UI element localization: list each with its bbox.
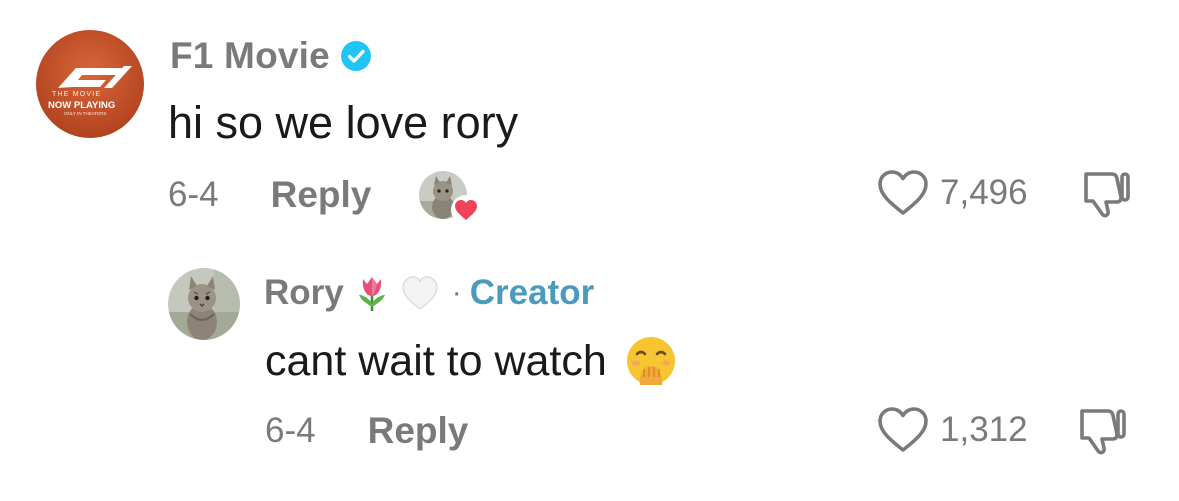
f1-movie-avatar[interactable]: THE MOVIE NOW PLAYING ONLY IN THEATERS (36, 30, 144, 138)
dislike-icon[interactable] (1074, 405, 1128, 457)
white-heart-emoji-icon (402, 276, 438, 310)
face-with-hand-over-mouth-icon (626, 337, 675, 385)
avatar-line1: THE MOVIE (52, 91, 101, 98)
reply-text: cant wait to watch (265, 336, 607, 385)
reply-like-count: 1,312 (940, 410, 1028, 449)
comment-date: 6-4 (168, 175, 219, 214)
reply-like-button[interactable]: 1,312 (876, 405, 1028, 455)
separator-dot: · (451, 276, 462, 309)
creator-badge: Creator (469, 273, 595, 312)
dislike-icon[interactable] (1078, 168, 1132, 220)
creator-liked-indicator (419, 171, 482, 225)
heart-outline-icon (878, 170, 928, 215)
heart-outline-icon (878, 407, 928, 452)
reply-reply-button[interactable]: Reply (368, 410, 469, 452)
rory-avatar[interactable] (168, 268, 240, 340)
comment-like-button[interactable]: 7,496 (876, 168, 1028, 218)
reply-date: 6-4 (265, 411, 316, 450)
avatar-line2: NOW PLAYING (48, 100, 115, 111)
liked-heart-icon (451, 195, 482, 225)
comment-text: hi so we love rory (168, 97, 519, 148)
reply-text-row: cant wait to watch (265, 334, 677, 388)
comment-like-count: 7,496 (940, 173, 1028, 212)
reply-meta: 6-4 Reply (265, 406, 468, 456)
comment-meta: 6-4 Reply (168, 170, 482, 225)
avatar-line3: ONLY IN THEATERS (64, 111, 106, 116)
reply-button[interactable]: Reply (271, 174, 372, 216)
verified-badge-icon (340, 41, 371, 71)
comment-header: F1 Movie (170, 34, 372, 78)
comment-username[interactable]: F1 Movie (170, 35, 330, 77)
reply-username[interactable]: Rory (264, 273, 344, 313)
tulip-emoji-icon (358, 277, 385, 311)
reply-header: Rory · Creator (264, 268, 594, 318)
